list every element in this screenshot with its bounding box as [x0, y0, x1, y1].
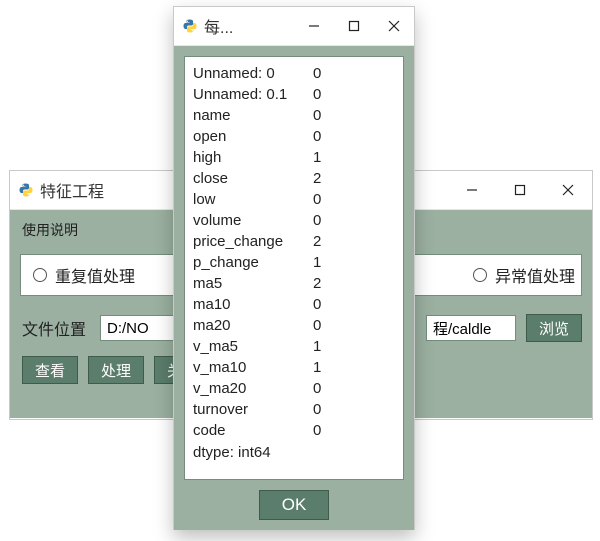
series-name: code	[193, 420, 313, 441]
series-row: v_ma200	[193, 378, 395, 399]
series-name: v_ma5	[193, 336, 313, 357]
series-row: Unnamed: 00	[193, 63, 395, 84]
series-name: name	[193, 105, 313, 126]
series-value: 2	[313, 231, 343, 252]
radio-dedup[interactable]: 重复值处理	[27, 263, 135, 287]
process-button[interactable]: 处理	[88, 356, 144, 384]
file-label: 文件位置	[22, 316, 86, 340]
file-path-input-right[interactable]	[426, 315, 516, 341]
series-name: ma10	[193, 294, 313, 315]
ok-button[interactable]: OK	[259, 490, 329, 520]
popup-close-button[interactable]	[374, 7, 414, 45]
radio-outlier-label: 异常值处理	[495, 263, 575, 287]
series-value: 1	[313, 336, 343, 357]
series-row: volume0	[193, 210, 395, 231]
series-row: ma100	[193, 294, 395, 315]
popup-title: 每...	[174, 14, 233, 38]
radio-dedup-label: 重复值处理	[55, 263, 135, 287]
minimize-button[interactable]	[448, 171, 496, 209]
popup-body: Unnamed: 00Unnamed: 0.10name0open0high1c…	[174, 46, 414, 530]
series-box: Unnamed: 00Unnamed: 0.10name0open0high1c…	[184, 56, 404, 480]
series-value: 1	[313, 252, 343, 273]
view-button[interactable]: 查看	[22, 356, 78, 384]
series-value: 0	[313, 105, 343, 126]
series-name: turnover	[193, 399, 313, 420]
radio-outlier[interactable]: 异常值处理	[467, 263, 575, 287]
series-value: 0	[313, 189, 343, 210]
close-button[interactable]	[544, 171, 592, 209]
series-value: 0	[313, 84, 343, 105]
popup-titlebar[interactable]: 每...	[174, 7, 414, 46]
maximize-button[interactable]	[496, 171, 544, 209]
series-row: turnover0	[193, 399, 395, 420]
series-name: low	[193, 189, 313, 210]
series-name: high	[193, 147, 313, 168]
main-title: 特征工程	[10, 178, 104, 202]
series-row: close2	[193, 168, 395, 189]
series-dtype: dtype: int64	[193, 442, 395, 463]
series-name: open	[193, 126, 313, 147]
popup-title-text: 每...	[204, 14, 233, 38]
python-icon	[18, 182, 34, 198]
series-value: 0	[313, 315, 343, 336]
popup-minimize-button[interactable]	[294, 7, 334, 45]
series-value: 1	[313, 147, 343, 168]
series-row: high1	[193, 147, 395, 168]
series-row: ma200	[193, 315, 395, 336]
series-name: volume	[193, 210, 313, 231]
series-row: v_ma51	[193, 336, 395, 357]
python-icon	[182, 18, 198, 34]
series-name: p_change	[193, 252, 313, 273]
series-row: low0	[193, 189, 395, 210]
popup-maximize-button[interactable]	[334, 7, 374, 45]
series-name: ma20	[193, 315, 313, 336]
series-row: ma52	[193, 273, 395, 294]
series-name: v_ma10	[193, 357, 313, 378]
radio-icon	[33, 268, 47, 282]
series-value: 0	[313, 126, 343, 147]
series-value: 0	[313, 378, 343, 399]
series-value: 2	[313, 168, 343, 189]
series-name: price_change	[193, 231, 313, 252]
series-name: close	[193, 168, 313, 189]
series-value: 2	[313, 273, 343, 294]
series-value: 1	[313, 357, 343, 378]
series-row: open0	[193, 126, 395, 147]
series-value: 0	[313, 420, 343, 441]
series-value: 0	[313, 294, 343, 315]
series-name: v_ma20	[193, 378, 313, 399]
browse-button[interactable]: 浏览	[526, 314, 582, 342]
series-value: 0	[313, 63, 343, 84]
main-title-text: 特征工程	[40, 178, 104, 202]
series-name: Unnamed: 0.1	[193, 84, 313, 105]
series-name: Unnamed: 0	[193, 63, 313, 84]
series-row: Unnamed: 0.10	[193, 84, 395, 105]
series-value: 0	[313, 210, 343, 231]
series-row: v_ma101	[193, 357, 395, 378]
radio-icon	[473, 268, 487, 282]
popup-window: 每... Unnamed: 00Unnamed: 0.10name0open0h…	[173, 6, 415, 530]
series-row: p_change1	[193, 252, 395, 273]
series-value: 0	[313, 399, 343, 420]
series-row: name0	[193, 105, 395, 126]
series-row: price_change2	[193, 231, 395, 252]
series-row: code0	[193, 420, 395, 441]
series-name: ma5	[193, 273, 313, 294]
